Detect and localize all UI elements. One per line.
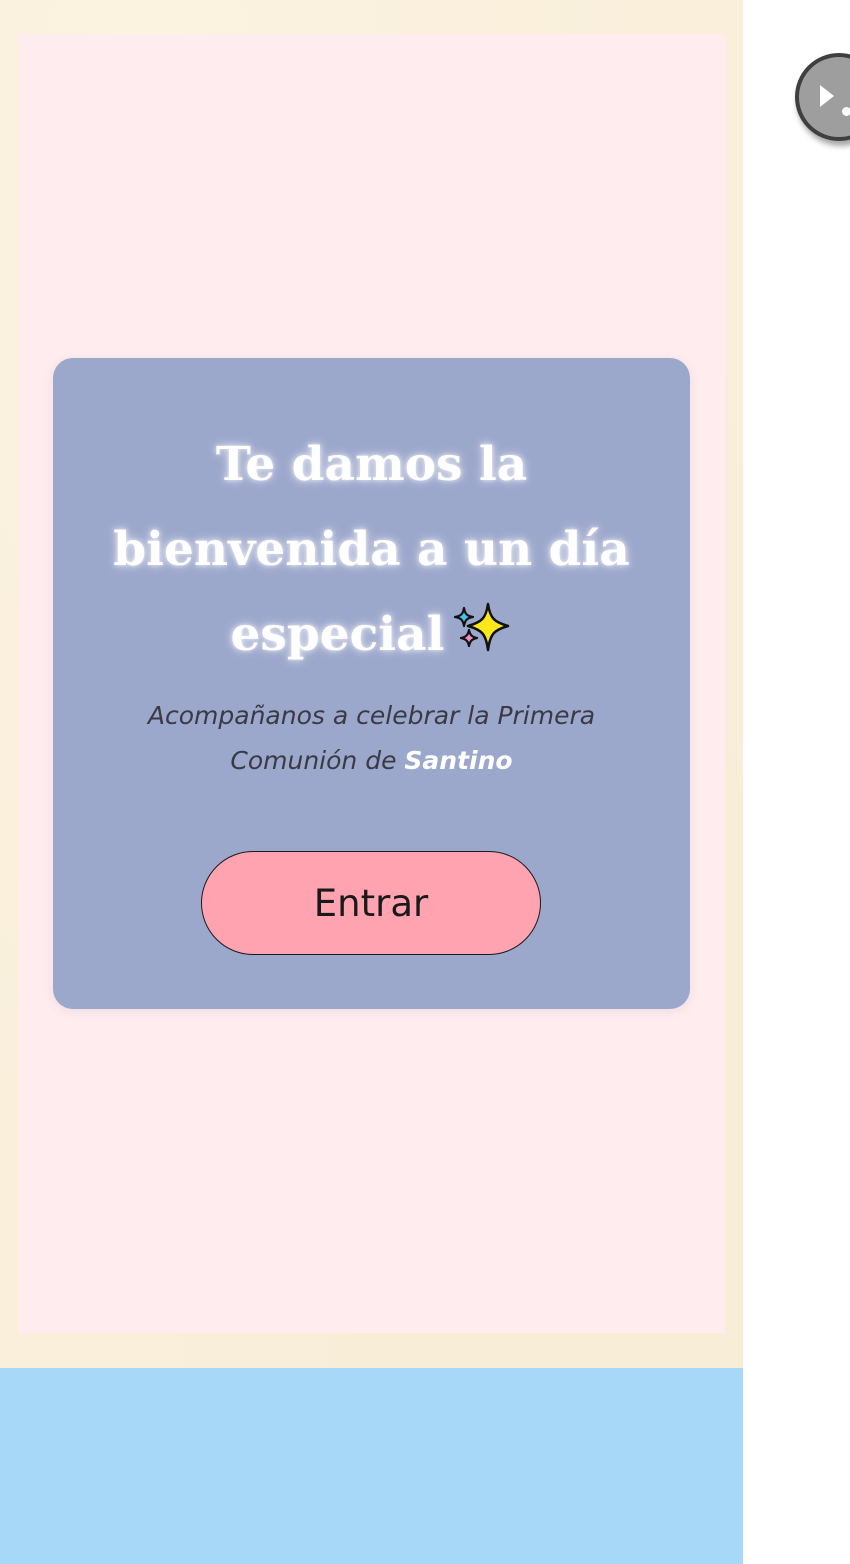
subtitle-text: Acompañanos a celebrar la Primera Comuni…	[147, 701, 596, 775]
page: Te damos la bienvenida a un día especial…	[0, 0, 850, 1564]
footer-band	[0, 1368, 743, 1564]
celebrant-name: Santino	[404, 746, 513, 775]
welcome-title-text: Te damos la bienvenida a un día especial	[113, 437, 630, 662]
welcome-subtitle: Acompañanos a celebrar la Primera Comuni…	[83, 693, 660, 783]
welcome-card: Te damos la bienvenida a un día especial…	[53, 358, 690, 1009]
sparkles-icon	[450, 596, 512, 658]
enter-button[interactable]: Entrar	[201, 851, 541, 955]
music-dot-icon	[842, 107, 850, 116]
welcome-title: Te damos la bienvenida a un día especial	[113, 422, 630, 677]
music-play-button[interactable]	[795, 53, 850, 141]
play-icon	[820, 85, 834, 107]
